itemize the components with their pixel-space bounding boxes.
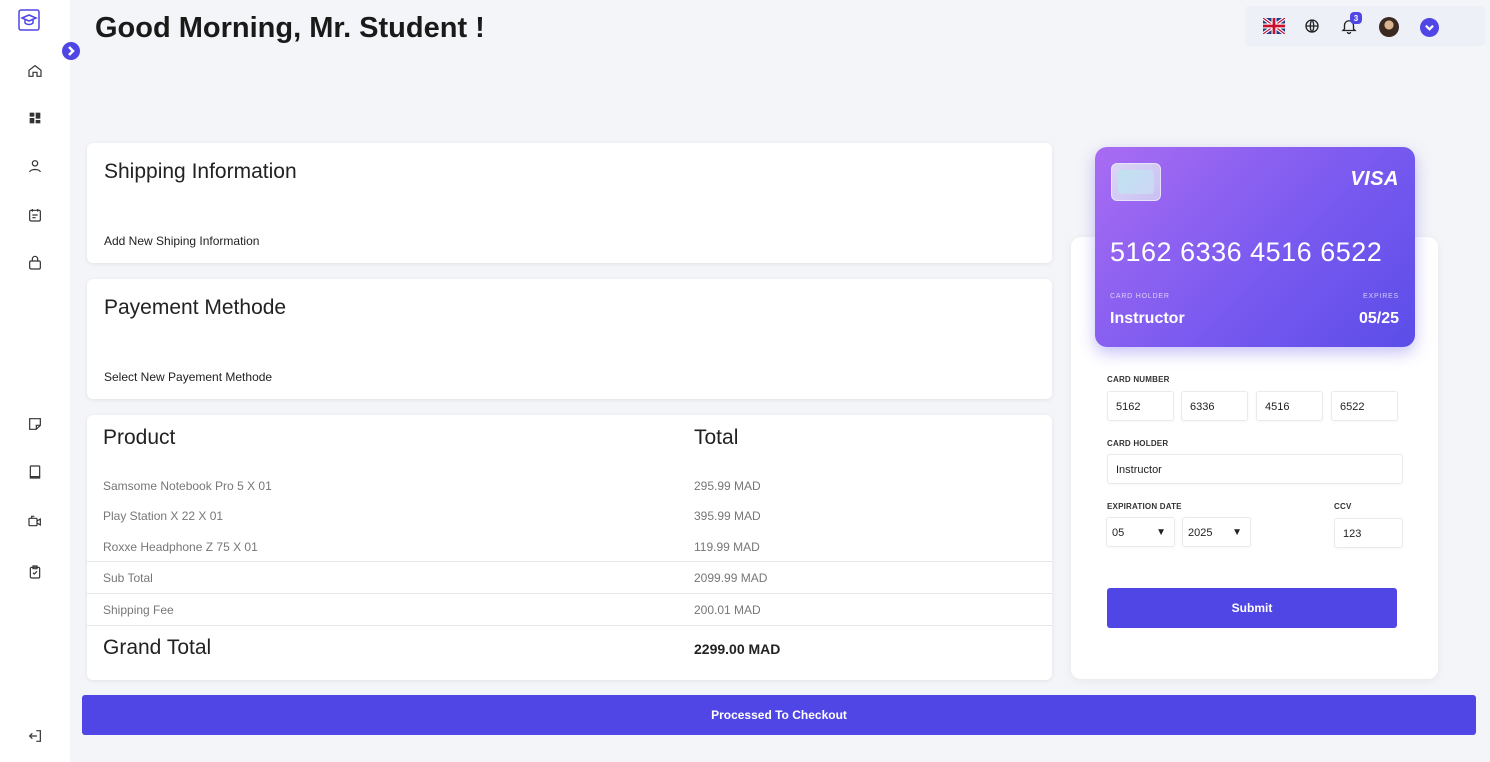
product-name: Roxxe Headphone Z 75 X 01	[103, 540, 258, 554]
expiration-year-value: 2025	[1188, 527, 1213, 539]
grand-total-row: Grand Total 2299.00 MAD	[87, 625, 1052, 676]
card-holder-label: CARD HOLDER	[1107, 439, 1169, 448]
shipping-fee-row: Shipping Fee 200.01 MAD	[87, 593, 1052, 625]
uk-flag-icon[interactable]	[1263, 17, 1285, 35]
logout-icon[interactable]	[25, 726, 45, 746]
dropdown-arrow-icon: ▼	[1156, 527, 1166, 538]
card-number-input-3[interactable]: 4516	[1256, 391, 1323, 421]
video-icon[interactable]	[25, 511, 45, 531]
profile-dropdown-button[interactable]	[1420, 18, 1439, 37]
notification-bell-icon[interactable]: 3	[1340, 12, 1362, 35]
subtotal-label: Sub Total	[103, 571, 153, 585]
payment-title: Payement Methode	[104, 296, 287, 319]
shipping-fee-label: Shipping Fee	[103, 603, 174, 617]
grand-total-label: Grand Total	[103, 636, 212, 659]
note-icon[interactable]	[25, 414, 45, 434]
checkout-button[interactable]: Processed To Checkout	[82, 695, 1476, 735]
product-column-header: Product	[103, 426, 176, 449]
product-name: Samsome Notebook Pro 5 X 01	[103, 479, 272, 493]
product-total: 119.99 MAD	[694, 540, 760, 554]
select-payment-link[interactable]: Select New Payement Methode	[104, 370, 272, 384]
expiration-month-select[interactable]: 05 ▼	[1106, 517, 1175, 547]
clipboard-check-icon[interactable]	[25, 562, 45, 582]
avatar[interactable]	[1379, 17, 1399, 37]
credit-card-preview: VISA 5162 6336 4516 6522 CARD HOLDER EXP…	[1095, 147, 1415, 347]
order-summary-card: Product Total Samsome Notebook Pro 5 X 0…	[87, 415, 1052, 680]
ccv-input[interactable]: 123	[1334, 518, 1403, 548]
payment-method-card: Payement Methode Select New Payement Met…	[87, 279, 1052, 399]
shipping-information-card: Shipping Information Add New Shiping Inf…	[87, 143, 1052, 263]
graduation-cap-icon[interactable]	[17, 8, 41, 32]
page-title: Good Morning, Mr. Student !	[95, 12, 485, 44]
card-expiry-display: 05/25	[1358, 310, 1399, 327]
subtotal-row: Sub Total 2099.99 MAD	[87, 561, 1052, 593]
home-icon[interactable]	[25, 61, 45, 81]
shipping-title: Shipping Information	[104, 160, 297, 183]
table-row: Samsome Notebook Pro 5 X 01 295.99 MAD	[87, 470, 1052, 501]
sidebar	[0, 0, 70, 762]
add-shipping-link[interactable]: Add New Shiping Information	[104, 234, 259, 248]
globe-icon[interactable]	[1303, 17, 1321, 35]
sidebar-toggle-button[interactable]	[62, 42, 80, 60]
ccv-label: CCV	[1334, 502, 1352, 511]
card-chip-icon	[1111, 163, 1161, 201]
dashboard-icon[interactable]	[25, 108, 45, 128]
table-row: Play Station X 22 X 01 395.99 MAD	[87, 500, 1052, 531]
submit-button[interactable]: Submit	[1107, 588, 1397, 628]
chevron-down-icon	[1425, 24, 1434, 31]
card-number-input-1[interactable]: 5162	[1107, 391, 1174, 421]
chevron-right-icon	[68, 46, 75, 56]
table-row: Roxxe Headphone Z 75 X 01 119.99 MAD	[87, 531, 1052, 562]
expiration-month-value: 05	[1112, 527, 1125, 539]
grand-total-value: 2299.00 MAD	[694, 641, 781, 657]
card-holder-caption: CARD HOLDER	[1110, 293, 1170, 300]
shopping-bag-icon[interactable]	[25, 253, 45, 273]
user-icon[interactable]	[25, 156, 45, 176]
shipping-fee-value: 200.01 MAD	[694, 603, 761, 617]
expiration-year-select[interactable]: 2025 ▼	[1182, 517, 1251, 547]
book-icon[interactable]	[25, 462, 45, 482]
card-number-input-2[interactable]: 6336	[1181, 391, 1248, 421]
product-total: 295.99 MAD	[694, 479, 761, 493]
notification-badge: 3	[1350, 12, 1362, 24]
card-holder-input[interactable]: Instructor	[1107, 454, 1403, 484]
dropdown-arrow-icon: ▼	[1232, 527, 1242, 538]
product-total: 395.99 MAD	[694, 509, 761, 523]
card-number-label: CARD NUMBER	[1107, 375, 1170, 384]
product-name: Play Station X 22 X 01	[103, 509, 224, 523]
visa-logo: VISA	[1350, 168, 1399, 190]
total-column-header: Total	[694, 426, 739, 449]
expires-caption: EXPIRES	[1363, 293, 1399, 300]
calendar-icon[interactable]	[25, 205, 45, 225]
subtotal-value: 2099.99 MAD	[694, 571, 768, 585]
card-holder-display: Instructor	[1110, 310, 1185, 327]
expiration-date-label: EXPIRATION DATE	[1107, 502, 1182, 511]
card-number-input-4[interactable]: 6522	[1331, 391, 1398, 421]
card-number-display: 5162 6336 4516 6522	[1110, 237, 1383, 267]
top-toolbar: 3	[1245, 6, 1485, 46]
